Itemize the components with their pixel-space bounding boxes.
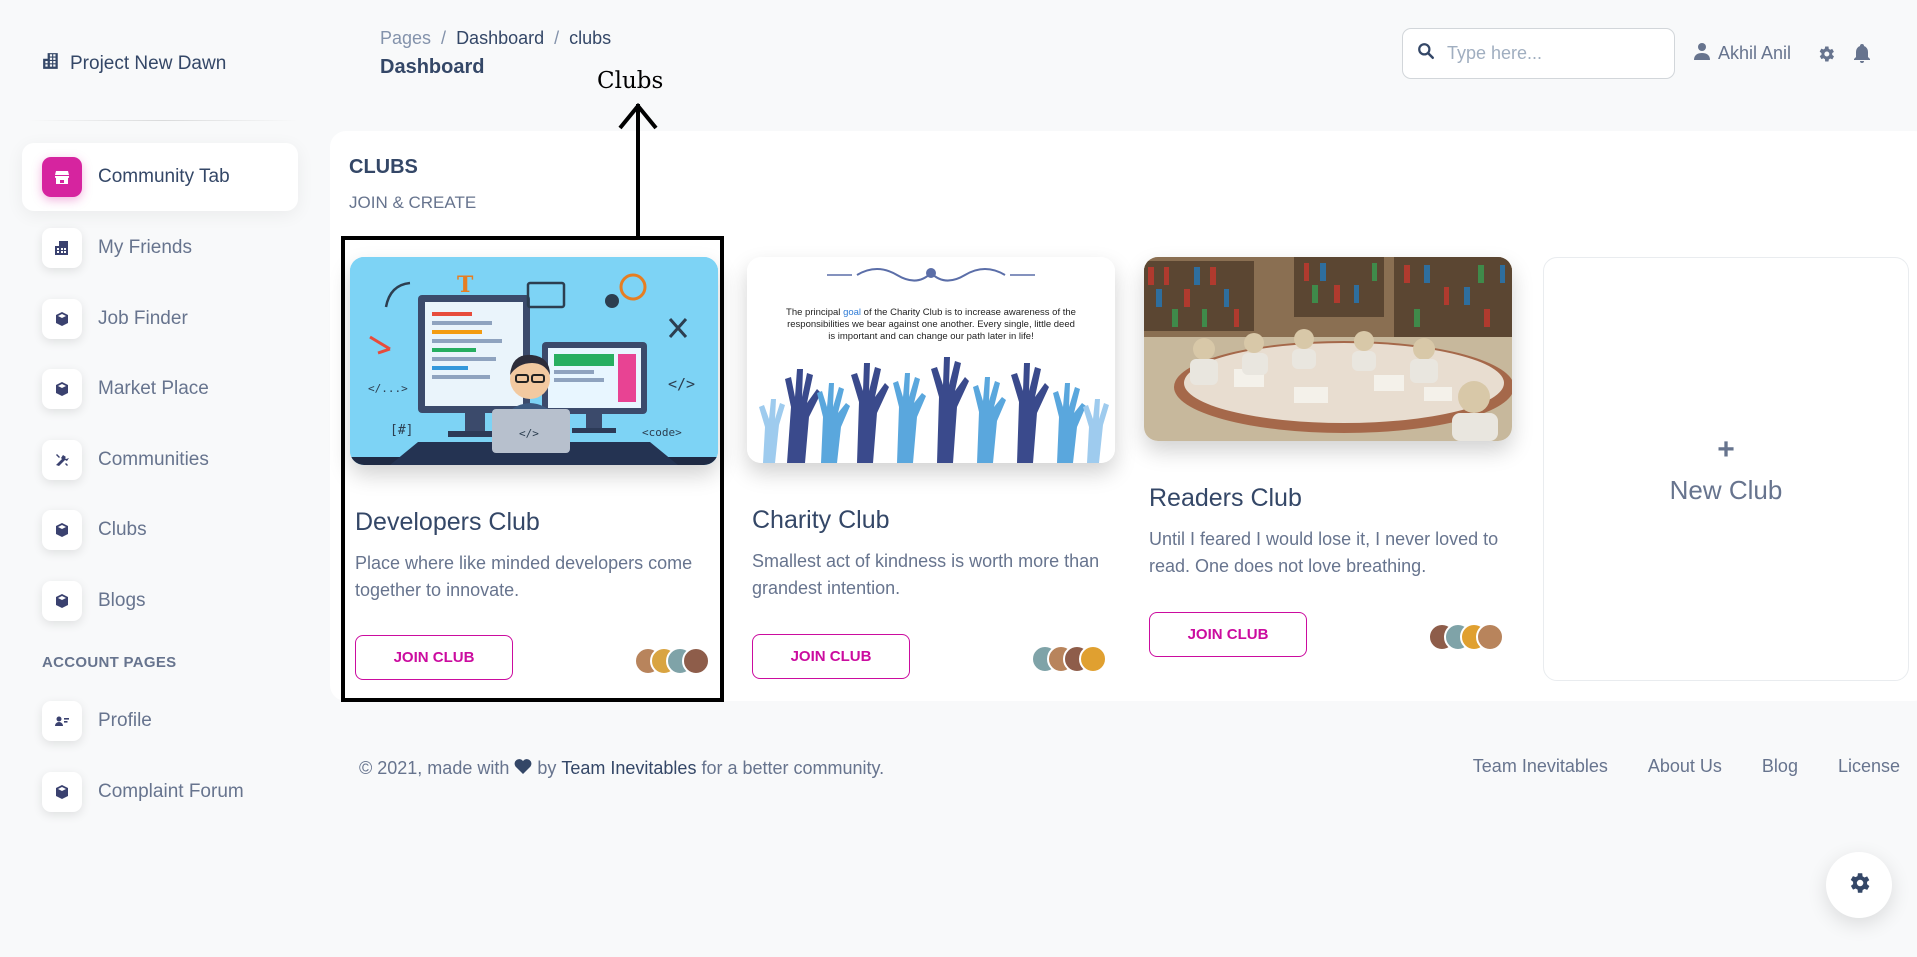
club-description: Place where like minded developers come … [355,553,693,600]
building-icon [42,52,60,76]
image-label: </...> [368,382,408,395]
join-club-button[interactable]: JOIN CLUB [1149,612,1307,657]
club-card-charity: The principal goal of the Charity Club i… [747,257,1115,682]
user-menu[interactable]: Akhil Anil [1694,42,1791,65]
copyright-text: © 2021, made with [359,758,510,778]
sidebar-item-communities[interactable]: Communities [22,426,298,494]
footer-links: Team Inevitables About Us Blog License [1473,756,1900,777]
box-icon [42,510,82,550]
member-avatars [1428,623,1504,651]
profile-icon [42,701,82,741]
sidebar-item-label: My Friends [98,237,192,258]
settings-fab[interactable] [1826,852,1892,918]
building-icon [42,228,82,268]
sidebar-item-job-finder[interactable]: Job Finder [22,285,298,353]
image-label: [#] [390,423,413,438]
search-input[interactable] [1447,43,1647,64]
club-card-developers: T </...> </> [#] <code> </> Developers C… [350,257,718,682]
club-title: Readers Club [1149,484,1302,512]
bell-icon[interactable] [1853,44,1873,64]
sidebar-item-complaint-forum[interactable]: Complaint Forum [22,758,298,826]
sidebar-item-label: Blogs [98,590,146,611]
divider [28,120,298,121]
user-name: Akhil Anil [1718,43,1792,63]
heart-icon [514,758,532,779]
library-photo [1144,257,1512,441]
join-club-button[interactable]: JOIN CLUB [355,635,513,680]
page-title: Dashboard [380,56,485,78]
section-label: ACCOUNT PAGES [42,654,177,671]
sidebar-item-label: Communities [98,449,209,470]
box-icon [42,772,82,812]
search-icon [1417,42,1435,65]
footer-by: by [537,758,557,778]
sidebar-item-label: Profile [98,710,152,731]
section-subtitle: JOIN & CREATE [349,193,477,212]
sidebar-item-label: Market Place [98,378,209,399]
sidebar-item-profile[interactable]: Profile [22,687,298,755]
club-title: Developers Club [355,508,540,536]
sidebar-item-blogs[interactable]: Blogs [22,567,298,635]
footer-link-about[interactable]: About Us [1648,756,1722,777]
sidebar: Project New Dawn Community Tab My Friend… [0,0,320,957]
annotation-arrow [618,102,658,240]
footer-link-team[interactable]: Team Inevitables [1473,756,1608,777]
image-text: The principal [786,307,844,318]
image-label: </> [668,375,695,393]
breadcrumb-item[interactable]: Pages [380,28,431,49]
box-icon [42,369,82,409]
sidebar-item-market-place[interactable]: Market Place [22,355,298,423]
developer-illustration: T </...> </> [#] <code> </> [350,257,718,465]
plus-icon: + [1717,432,1735,466]
box-icon [42,581,82,621]
gear-icon[interactable] [1816,44,1836,64]
sidebar-item-label: Job Finder [98,308,188,329]
sidebar-item-label: Community Tab [98,166,230,187]
shop-icon [42,157,82,197]
footer-copyright: © 2021, made with by Team Inevitables fo… [359,758,884,779]
club-title: Charity Club [752,506,890,534]
breadcrumb-separator: / [441,28,447,48]
annotation-label: Clubs [597,68,664,94]
footer-suffix: for a better community. [701,758,885,778]
member-avatars [634,647,710,675]
brand-name: Project New Dawn [70,53,227,74]
club-card-readers: Readers Club Until I feared I would lose… [1144,257,1512,682]
image-label: </> [519,427,539,440]
image-label: <code> [642,426,682,439]
gear-icon [1846,870,1872,901]
avatar [682,647,710,675]
charity-hands-illustration: The principal goal of the Charity Club i… [747,257,1115,463]
box-icon [42,299,82,339]
new-club-label: New Club [1669,474,1783,505]
tools-icon [42,440,82,480]
user-icon [1694,42,1710,65]
image-text-highlight: goal [843,307,862,318]
club-description: Until I feared I would lose it, I never … [1149,529,1499,576]
avatar [1476,623,1504,651]
breadcrumb-separator: / [554,28,560,48]
footer-link-blog[interactable]: Blog [1762,756,1798,777]
footer-link-license[interactable]: License [1838,756,1900,777]
avatar [1079,645,1107,673]
sidebar-item-label: Complaint Forum [98,781,244,802]
footer-team-link[interactable]: Team Inevitables [561,758,696,779]
join-club-button[interactable]: JOIN CLUB [752,634,910,679]
breadcrumb-item[interactable]: Dashboard [456,28,544,49]
sidebar-item-clubs[interactable]: Clubs [22,496,298,564]
image-label: T [457,272,474,298]
sidebar-item-label: Clubs [98,519,147,540]
sidebar-item-community-tab[interactable]: Community Tab [22,143,298,211]
brand[interactable]: Project New Dawn [42,52,226,76]
search-box[interactable] [1402,28,1675,79]
breadcrumb-item-current: clubs [569,28,612,48]
new-club-button[interactable]: + New Club [1543,257,1909,681]
section-title: CLUBS [349,156,418,178]
breadcrumb: Pages / Dashboard / clubs [380,28,611,49]
member-avatars [1031,645,1107,673]
club-description: Smallest act of kindness is worth more t… [752,551,1100,598]
sidebar-item-my-friends[interactable]: My Friends [22,214,298,282]
